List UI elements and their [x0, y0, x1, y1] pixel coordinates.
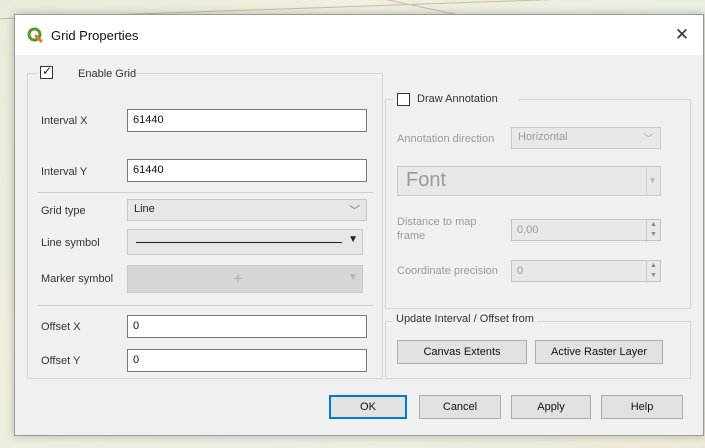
draw-annotation-checkbox[interactable] — [397, 93, 410, 106]
close-icon[interactable]: ✕ — [671, 24, 693, 46]
font-button-label: Font — [406, 169, 447, 191]
interval-y-label: Interval Y — [41, 166, 88, 178]
draw-annotation-label: Draw Annotation — [417, 93, 498, 105]
dialog-title: Grid Properties — [51, 28, 139, 43]
chevron-down-icon: ﹀ — [643, 133, 654, 145]
grid-properties-dialog: Grid Properties ✕ ✓ Enable Grid Interval… — [14, 14, 704, 436]
distance-label-line2: frame — [397, 230, 426, 242]
interval-x-label: Interval X — [41, 115, 88, 127]
enable-grid-checkbox[interactable]: ✓ — [40, 64, 53, 79]
distance-value: 0,00 — [517, 224, 539, 236]
spin-arrows-icon[interactable]: ▲ ▼ — [646, 261, 660, 283]
grid-type-label: Grid type — [41, 205, 86, 217]
interval-x-input[interactable]: 61440 — [127, 109, 367, 132]
chevron-down-icon: ﹀ — [349, 205, 360, 217]
help-button[interactable]: Help — [601, 395, 683, 419]
offset-x-input[interactable]: 0 — [127, 315, 367, 338]
divider — [37, 192, 373, 193]
offset-y-input[interactable]: 0 — [127, 349, 367, 372]
title-bar: Grid Properties ✕ — [15, 15, 703, 55]
draw-annotation-header: Draw Annotation — [393, 91, 519, 109]
annotation-direction-value: Horizontal — [518, 131, 568, 143]
cancel-button[interactable]: Cancel — [419, 395, 501, 419]
distance-to-map-frame-spinbox[interactable]: 0,00 ▲ ▼ — [511, 219, 661, 242]
precision-value: 0 — [517, 265, 524, 277]
spin-arrows-icon[interactable]: ▲ ▼ — [646, 220, 660, 242]
enable-grid-label: Enable Grid — [78, 68, 137, 80]
ok-button[interactable]: OK — [329, 395, 407, 419]
annotation-direction-label: Annotation direction — [397, 133, 495, 145]
line-symbol-preview — [136, 242, 342, 243]
grid-type-select[interactable]: Line ﹀ — [127, 199, 367, 221]
dropdown-arrow-icon[interactable]: ▼ — [348, 272, 358, 283]
distance-label-line1: Distance to map — [397, 216, 477, 228]
interval-y-input[interactable]: 61440 — [127, 159, 367, 182]
checkmark-icon: ✓ — [42, 64, 53, 78]
canvas-extents-button[interactable]: Canvas Extents — [397, 340, 527, 364]
grid-type-value: Line — [134, 203, 155, 215]
dropdown-arrow-icon[interactable]: ▼ — [646, 167, 658, 195]
offset-x-label: Offset X — [41, 321, 81, 333]
line-symbol-label: Line symbol — [41, 237, 100, 249]
coordinate-precision-spinbox[interactable]: 0 ▲ ▼ — [511, 260, 661, 283]
update-interval-title: Update Interval / Offset from — [393, 313, 537, 325]
offset-y-label: Offset Y — [41, 355, 81, 367]
marker-symbol-button[interactable]: + ▼ — [127, 265, 363, 293]
marker-symbol-label: Marker symbol — [41, 273, 114, 285]
divider — [37, 305, 373, 306]
qgis-logo-icon — [27, 27, 43, 43]
annotation-direction-select[interactable]: Horizontal ﹀ — [511, 127, 661, 149]
line-symbol-button[interactable]: ▼ — [127, 229, 363, 255]
enable-grid-header: ✓ Enable Grid — [37, 64, 136, 81]
font-button[interactable]: Font ▼ — [397, 166, 661, 196]
distance-to-map-frame-label: Distance to map frame — [397, 215, 476, 243]
dropdown-arrow-icon[interactable]: ▼ — [348, 234, 358, 245]
coordinate-precision-label: Coordinate precision — [397, 265, 498, 277]
active-raster-layer-button[interactable]: Active Raster Layer — [535, 340, 663, 364]
marker-symbol-glyph: + — [233, 269, 243, 288]
apply-button[interactable]: Apply — [511, 395, 591, 419]
